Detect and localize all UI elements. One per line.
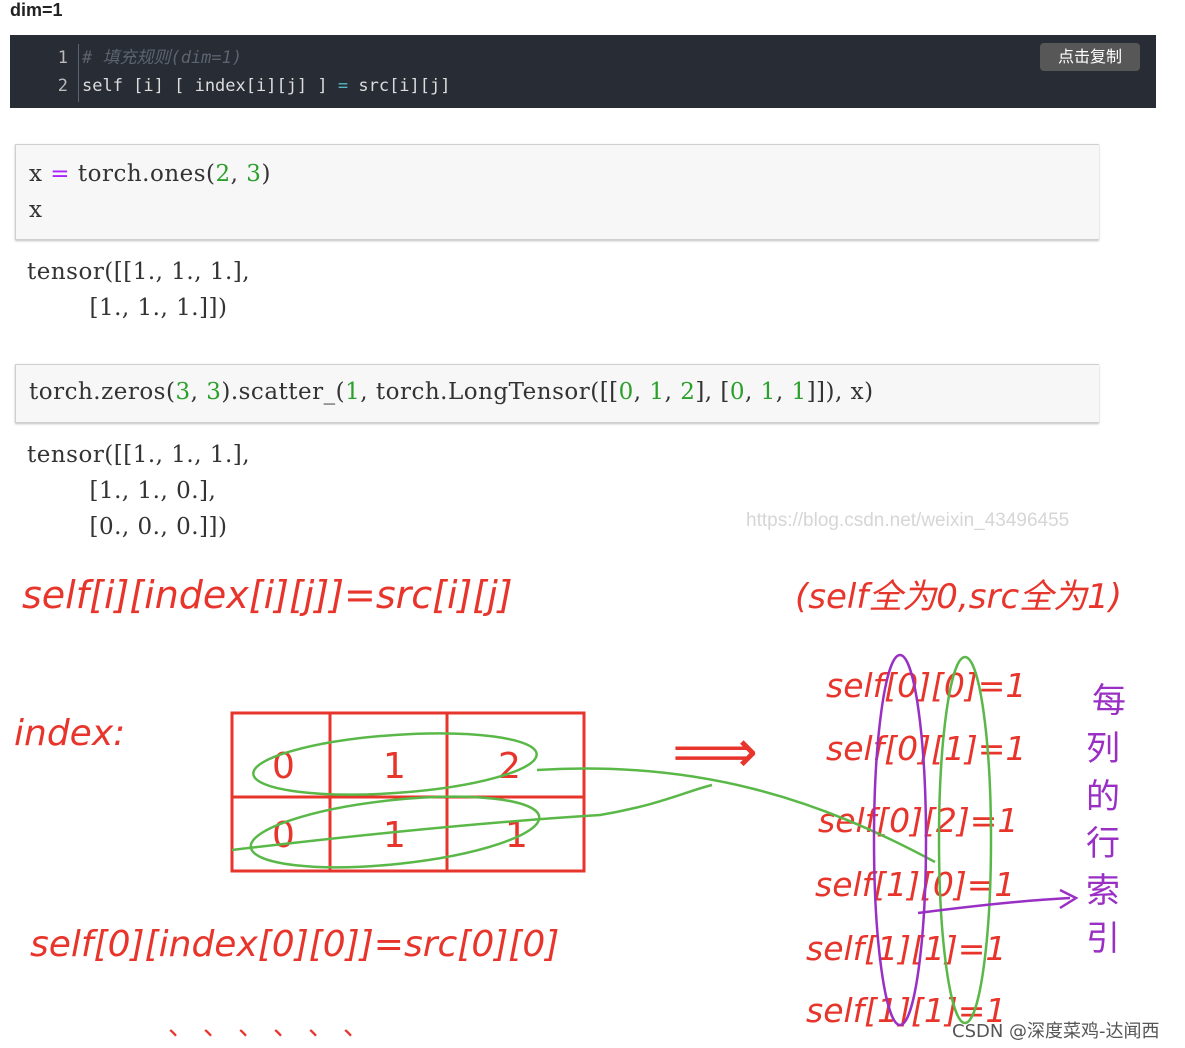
hand-result: self[1][1]=1 (806, 929, 1006, 968)
handwritten-annotation: self[i][index[i][j]]=src[i][j] (self全为0,… (14, 573, 1126, 1042)
hand-note: (self全为0,src全为1) (795, 577, 1122, 617)
index-cell: 2 (498, 746, 521, 787)
svg-text:索: 索 (1086, 871, 1120, 911)
svg-text:行: 行 (1086, 824, 1120, 864)
purple-side-note: 每 列 的 行 索 引 (1086, 681, 1126, 959)
hand-example: self[0][index[0][0]]=src[0][0] (30, 924, 559, 965)
svg-text:的: 的 (1086, 777, 1120, 817)
hand-result: self[1][0]=1 (815, 865, 1015, 904)
purple-markings (872, 653, 1079, 1027)
hand-rule: self[i][index[i][j]]=src[i][j] (22, 573, 513, 617)
hand-result: self[0][0]=1 (826, 666, 1026, 705)
hand-ellipsis: 、、、、、、 (168, 1012, 391, 1042)
index-cell: 1 (383, 746, 406, 787)
footer-credit: CSDN @深度菜鸡-达闻西 (952, 1021, 1160, 1042)
index-cell: 1 (383, 815, 406, 856)
svg-text:每: 每 (1092, 681, 1126, 721)
hand-result: self[0][1]=1 (826, 729, 1026, 768)
hand-index-label: index: (14, 713, 125, 754)
svg-text:引: 引 (1086, 919, 1120, 959)
svg-text:列: 列 (1086, 729, 1120, 769)
